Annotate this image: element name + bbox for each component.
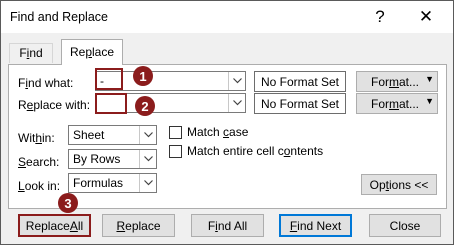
match-case-label[interactable]: Match case [187,125,248,139]
callout-badge-2: 2 [135,96,155,116]
replace-with-highlight [95,93,127,114]
replace-all-button[interactable]: Replace All [18,214,91,237]
look-in-dropdown-arrow[interactable] [139,174,156,192]
replace-with-label: Replace with: [18,98,91,112]
question-icon: ? [375,7,385,26]
window-title: Find and Replace [10,10,108,24]
within-label: Within: [18,131,55,145]
replace-with-dropdown-arrow[interactable] [228,94,245,112]
dropdown-triangle-icon[interactable]: ▼ [425,74,434,84]
tab-replace[interactable]: Replace [61,39,123,65]
find-what-highlight [95,68,123,90]
chevron-down-icon [232,100,242,106]
replace-format-preview: No Format Set [254,93,346,114]
find-all-button[interactable]: Fi nd All [191,214,264,237]
title-bar: Find and Replace ? ✕ [1,1,453,33]
close-icon: ✕ [418,7,434,26]
within-value: Sheet [73,128,105,142]
search-select[interactable]: By Rows [68,149,157,169]
replace-button[interactable]: Replace [102,214,175,237]
options-button[interactable]: Op t ions << [361,174,437,195]
within-select[interactable]: Sheet [68,125,157,145]
chevron-down-icon [232,78,242,84]
look-in-label: Look in: [18,179,61,193]
find-replace-dialog: Find and Replace ? ✕ Find Replace Find w… [0,0,454,245]
help-button[interactable]: ? [357,1,403,33]
match-entire-cell-checkbox[interactable] [169,145,182,158]
replace-format-button[interactable]: Format... ▼ [356,93,438,114]
find-format-preview: No Format Set [254,71,346,92]
match-case-checkbox[interactable] [169,126,182,139]
chevron-down-icon [143,180,153,186]
within-dropdown-arrow[interactable] [139,126,156,144]
callout-badge-1: 1 [133,66,153,86]
close-window-button[interactable]: ✕ [403,1,449,33]
tab-find[interactable]: Find [9,43,53,63]
chevron-down-icon [143,132,153,138]
close-button[interactable]: Close [369,214,441,237]
look-in-select[interactable]: Formulas [68,173,157,193]
find-what-label: Find what: [18,76,74,90]
find-what-dropdown-arrow[interactable] [228,72,245,90]
match-entire-cell-label[interactable]: Match entire cell contents [187,144,323,158]
search-dropdown-arrow[interactable] [139,150,156,168]
dropdown-triangle-icon[interactable]: ▼ [425,96,434,106]
look-in-value: Formulas [73,176,124,190]
search-label: Search: [18,155,60,169]
chevron-down-icon [143,156,153,162]
search-value: By Rows [73,152,121,166]
find-format-button[interactable]: Format... ▼ [356,71,438,92]
find-next-button[interactable]: Find Next [279,214,352,237]
callout-badge-3: 3 [58,193,78,213]
